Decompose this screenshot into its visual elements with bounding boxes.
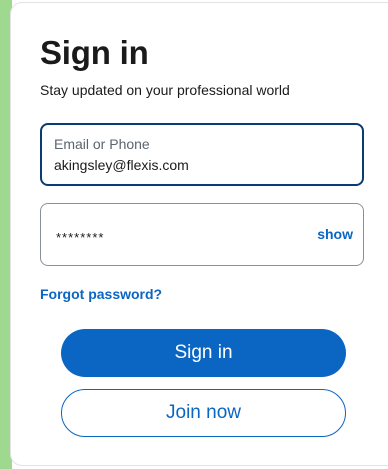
- email-field[interactable]: Email or Phone akingsley@flexis.com: [40, 123, 364, 186]
- email-field-value[interactable]: akingsley@flexis.com: [54, 157, 189, 173]
- password-field[interactable]: ******** show: [40, 203, 364, 266]
- page-subtitle: Stay updated on your professional world: [40, 82, 290, 98]
- join-now-button-label: Join now: [166, 402, 241, 423]
- password-masked-value[interactable]: ********: [56, 230, 104, 245]
- signin-button-label: Sign in: [174, 342, 233, 363]
- email-field-label: Email or Phone: [54, 136, 150, 152]
- show-password-toggle[interactable]: show: [317, 226, 353, 242]
- page-title: Sign in: [40, 34, 149, 71]
- page: Sign in Stay updated on your professiona…: [0, 0, 388, 469]
- signin-button[interactable]: Sign in: [61, 329, 346, 377]
- join-now-button[interactable]: Join now: [61, 389, 346, 437]
- forgot-password-link[interactable]: Forgot password?: [40, 286, 162, 302]
